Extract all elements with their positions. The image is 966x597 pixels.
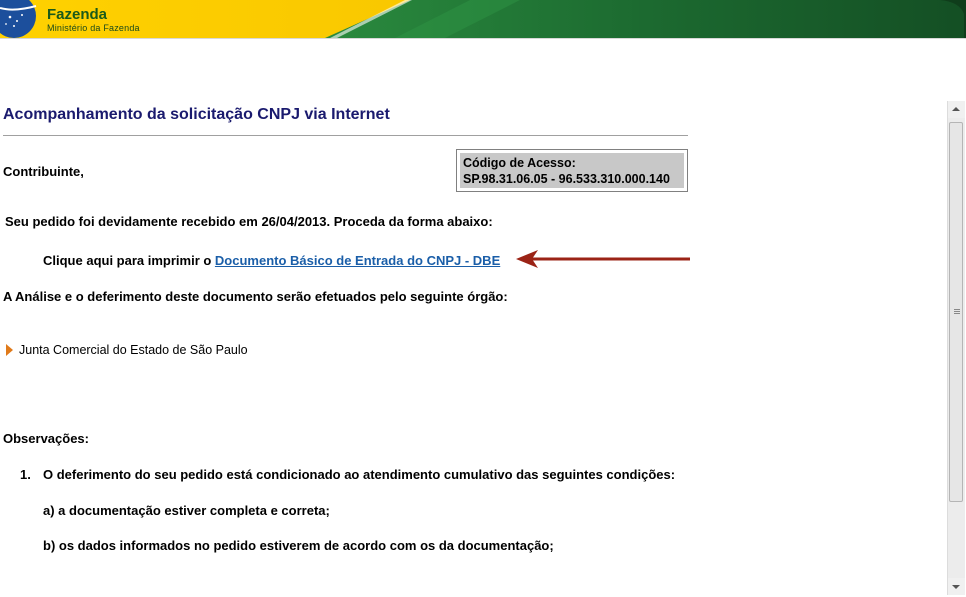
header-banner-graphic <box>0 0 966 38</box>
scroll-down-button[interactable] <box>948 578 965 595</box>
chevron-down-icon <box>952 585 960 589</box>
greeting-text: Contribuinte, <box>3 164 84 179</box>
print-prefix: Clique aqui para imprimir o <box>43 253 215 268</box>
dbe-document-link[interactable]: Documento Básico de Entrada do CNPJ - DB… <box>215 253 500 268</box>
print-instruction: Clique aqui para imprimir o Documento Bá… <box>43 253 500 268</box>
access-code-value: SP.98.31.06.05 - 96.533.310.000.140 <box>463 172 670 186</box>
received-text: Seu pedido foi devidamente recebido em 2… <box>5 214 493 229</box>
chevron-up-icon <box>952 107 960 111</box>
observation-number: 1. <box>20 467 31 482</box>
observations-title: Observações: <box>3 431 89 446</box>
arrow-left-icon <box>516 250 690 268</box>
organ-name: Junta Comercial do Estado de São Paulo <box>19 343 248 357</box>
observation-text: O deferimento do seu pedido está condici… <box>43 467 676 482</box>
site-header: Fazenda Ministério da Fazenda <box>0 0 966 38</box>
access-code-box: Código de Acesso: SP.98.31.06.05 - 96.53… <box>456 149 688 192</box>
organ-item: Junta Comercial do Estado de São Paulo <box>6 343 248 357</box>
header-divider <box>0 38 966 39</box>
condition-item: b) os dados informados no pedido estiver… <box>43 538 554 553</box>
bullet-arrow-icon <box>6 344 13 356</box>
vertical-scrollbar[interactable] <box>947 101 965 595</box>
condition-item: a) a documentação estiver completa e cor… <box>43 503 330 518</box>
brand-title: Fazenda <box>47 6 108 23</box>
access-code-label: Código de Acesso: <box>463 156 576 170</box>
page-content: Acompanhamento da solicitação CNPJ via I… <box>0 100 946 594</box>
scrollbar-thumb[interactable] <box>949 122 963 502</box>
title-divider <box>3 135 688 136</box>
brand-subtitle: Ministério da Fazenda <box>47 23 140 33</box>
scroll-up-button[interactable] <box>948 101 965 118</box>
analysis-text: A Análise e o deferimento deste document… <box>3 289 508 304</box>
page-title: Acompanhamento da solicitação CNPJ via I… <box>3 106 390 123</box>
